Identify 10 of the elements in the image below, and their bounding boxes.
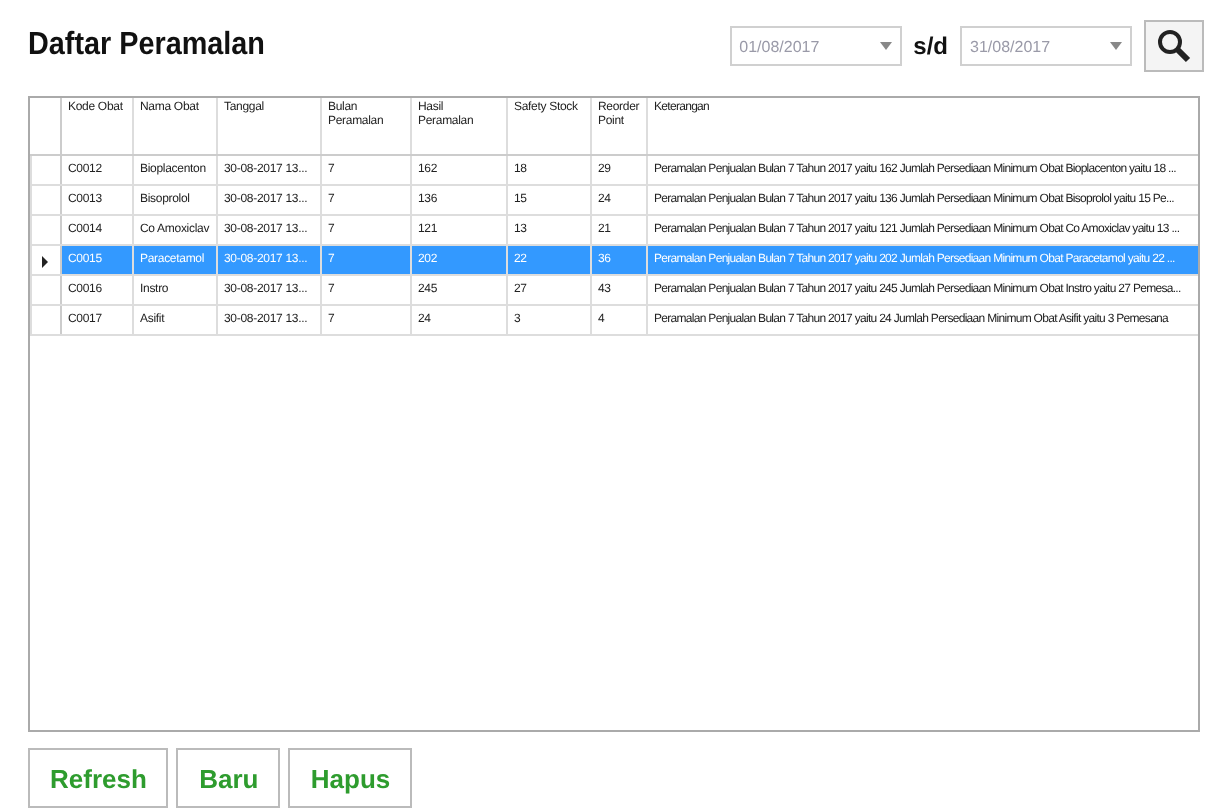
action-button[interactable]: Baru (176, 748, 281, 808)
action-button[interactable]: Refresh (28, 748, 169, 808)
search-icon (1156, 28, 1192, 64)
page-title: Daftar Peramalan (28, 28, 265, 64)
dropdown-arrow-icon[interactable] (1110, 42, 1122, 50)
action-button[interactable]: Hapus (288, 748, 413, 808)
dropdown-arrow-icon[interactable] (879, 42, 892, 50)
range-separator: s/d (913, 32, 948, 60)
search-button[interactable] (1144, 20, 1204, 72)
row-pointer-icon (42, 255, 48, 267)
